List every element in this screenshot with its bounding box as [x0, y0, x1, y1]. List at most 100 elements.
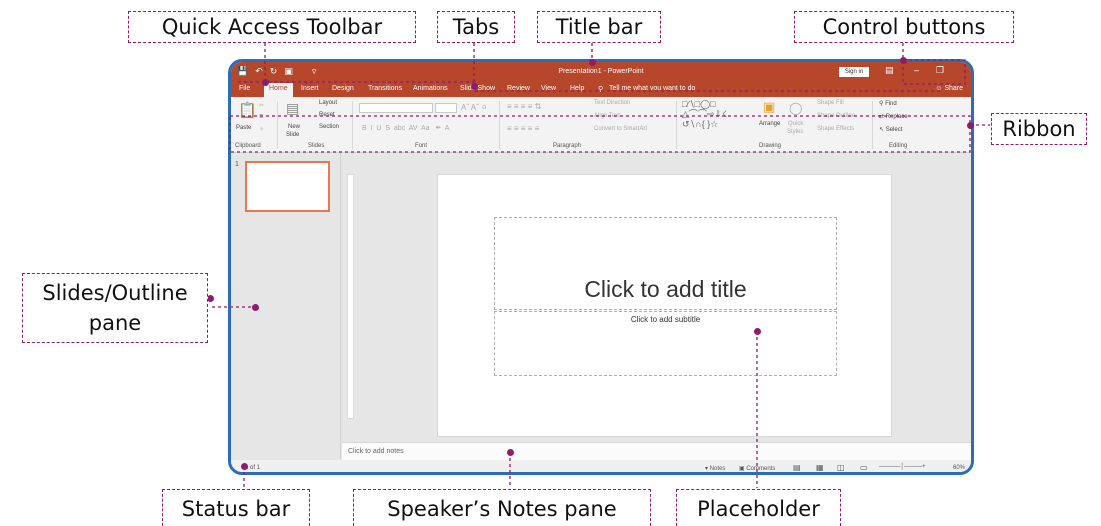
- person-icon: ☺: [935, 85, 945, 92]
- arrange-button[interactable]: Arrange: [759, 121, 780, 127]
- share-button[interactable]: ☺ Share: [935, 85, 963, 92]
- font-size-dropdown[interactable]: [435, 103, 457, 113]
- powerpoint-window: 💾 ↶ ↻ ▣ ▿ Presentation1 - PowerPoint Sig…: [228, 59, 974, 475]
- tab-design[interactable]: Design: [332, 85, 354, 92]
- notes-placeholder: Click to add notes: [348, 448, 404, 455]
- leader-dot: [589, 59, 596, 66]
- copy-icon[interactable]: ⧉: [259, 114, 263, 121]
- notes-toggle-label: Notes: [709, 466, 726, 472]
- ribbon-separator: [277, 101, 278, 149]
- share-label: Share: [944, 85, 963, 92]
- tab-home[interactable]: Home: [264, 83, 293, 97]
- title-placeholder[interactable]: Click to add title: [494, 217, 837, 310]
- tell-me-search[interactable]: Tell me what you want to do: [609, 85, 695, 92]
- leader-dot: [252, 304, 259, 311]
- ribbon-separator: [499, 101, 500, 149]
- ribbon: 📋 Paste ✂ ⧉ ✧ Clipboard ▤ New Slide Layo…: [231, 97, 971, 153]
- group-label-slides: Slides: [308, 143, 325, 149]
- zoom-level[interactable]: 60%: [953, 465, 965, 471]
- shape-outline-button[interactable]: Shape Outline: [817, 113, 855, 119]
- status-bar: 1 of 1 ▾ Notes ▣ Comments ▤ ▦ ◫ ▭ –———│—…: [231, 460, 971, 472]
- callout-placeholder: Placeholder: [676, 489, 841, 526]
- speaker-notes-pane[interactable]: Click to add notes: [342, 442, 971, 460]
- normal-view-icon[interactable]: ▤: [793, 463, 801, 472]
- font-formatting-icons[interactable]: B I U S abc AV Aa ✒ A: [362, 124, 449, 132]
- cut-icon[interactable]: ✂: [259, 102, 264, 109]
- find-button[interactable]: ⚲ Find: [879, 100, 897, 107]
- title-bar: 💾 ↶ ↻ ▣ ▿ Presentation1 - PowerPoint Sig…: [231, 62, 971, 82]
- vertical-ruler: [347, 174, 354, 419]
- leader-dot: [900, 57, 907, 64]
- group-label-drawing: Drawing: [759, 143, 782, 149]
- callout-quick-access-toolbar: Quick Access Toolbar: [128, 11, 416, 43]
- callout-title-bar: Title bar: [537, 11, 661, 43]
- format-painter-icon[interactable]: ✧: [259, 126, 264, 133]
- replace-button[interactable]: ⇄ Replace: [879, 113, 908, 120]
- reading-view-icon[interactable]: ◫: [837, 463, 845, 472]
- horizontal-ruler: [431, 153, 881, 163]
- zoom-slider[interactable]: –———│———+: [879, 464, 926, 470]
- layout-button[interactable]: Layout: [319, 100, 337, 106]
- paste-icon[interactable]: 📋: [238, 101, 257, 119]
- slides-outline-pane: 1: [231, 153, 341, 459]
- notes-toggle[interactable]: ▾ Notes: [705, 465, 725, 472]
- leader-dot: [241, 463, 248, 470]
- tab-insert[interactable]: Insert: [301, 85, 319, 92]
- callout-slides-outline-line2: pane: [88, 311, 142, 335]
- lightbulb-icon: ⚲: [598, 86, 604, 93]
- bullets-icon[interactable]: ≡ ≡ ≡ ≡ ⇅: [507, 102, 541, 111]
- restore-button[interactable]: ❐: [936, 65, 944, 76]
- tab-help[interactable]: Help: [570, 85, 584, 92]
- minimize-button[interactable]: –: [914, 65, 919, 75]
- shape-effects-button[interactable]: Shape Effects: [817, 126, 854, 132]
- slide-sorter-icon[interactable]: ▦: [816, 463, 824, 472]
- group-label-editing: Editing: [889, 143, 908, 149]
- convert-smartart-button[interactable]: Convert to SmartArt: [594, 126, 647, 132]
- arrange-icon[interactable]: ▣: [763, 99, 775, 115]
- shapes-gallery-icon[interactable]: □∕∖□◯□ △⌒⌒⇨⇩☇ ↺∖∩{ }☆: [682, 99, 727, 129]
- callout-slides-outline-line1: Slides/Outline: [42, 281, 188, 305]
- select-button[interactable]: ↖ Select: [879, 126, 902, 133]
- select-icon: ↖: [879, 127, 886, 133]
- tab-animations[interactable]: Animations: [413, 85, 448, 92]
- slide-thumbnail[interactable]: [245, 161, 330, 212]
- reset-button[interactable]: Reset: [319, 112, 335, 118]
- tab-review[interactable]: Review: [507, 85, 530, 92]
- sign-in-button[interactable]: Sign in: [839, 67, 869, 77]
- tab-transitions[interactable]: Transitions: [368, 85, 402, 92]
- ribbon-separator: [352, 101, 353, 149]
- group-label-font: Font: [415, 143, 428, 149]
- new-slide-label-1[interactable]: New: [288, 124, 300, 130]
- ribbon-tabs: File Home Insert Design Transitions Anim…: [231, 82, 971, 97]
- quick-styles-label-2[interactable]: Styles: [787, 129, 803, 135]
- font-name-dropdown[interactable]: [359, 103, 433, 113]
- slide-number: 1: [235, 161, 239, 168]
- leader-dot: [754, 328, 761, 335]
- quick-styles-label-1[interactable]: Quick: [788, 121, 803, 127]
- comments-toggle[interactable]: ▣ Comments: [739, 465, 775, 472]
- slide-canvas[interactable]: Click to add title Click to add subtitle: [437, 174, 892, 437]
- leader-dot: [262, 79, 269, 86]
- align-icons[interactable]: ≡ ≡ ≡ ≡ ≡: [507, 124, 539, 133]
- quick-styles-icon[interactable]: ◯: [789, 101, 802, 115]
- tab-file[interactable]: File: [239, 85, 250, 92]
- replace-icon: ⇄: [879, 114, 886, 120]
- align-text-button[interactable]: Align Text: [594, 113, 620, 119]
- new-slide-icon[interactable]: ▤: [286, 100, 299, 117]
- slideshow-view-icon[interactable]: ▭: [860, 463, 868, 472]
- paste-button[interactable]: Paste: [236, 125, 251, 131]
- section-button[interactable]: Section: [319, 124, 339, 130]
- increase-font-icon[interactable]: Aˆ Aˇ ⚪: [461, 103, 488, 112]
- callout-ribbon: Ribbon: [991, 113, 1087, 145]
- callout-slides-outline-pane: Slides/Outline pane: [22, 273, 208, 343]
- callout-tabs: Tabs: [437, 11, 515, 43]
- find-label: Find: [885, 101, 897, 107]
- group-label-paragraph: Paragraph: [553, 143, 582, 149]
- text-direction-button[interactable]: Text Direction: [594, 100, 630, 106]
- tab-view[interactable]: View: [541, 85, 556, 92]
- shape-fill-button[interactable]: Shape Fill: [817, 100, 844, 106]
- new-slide-label-2[interactable]: Slide: [286, 132, 299, 138]
- leader-dot: [507, 449, 514, 456]
- subtitle-placeholder[interactable]: Click to add subtitle: [494, 311, 837, 376]
- ribbon-display-options-icon[interactable]: ▤: [885, 65, 894, 76]
